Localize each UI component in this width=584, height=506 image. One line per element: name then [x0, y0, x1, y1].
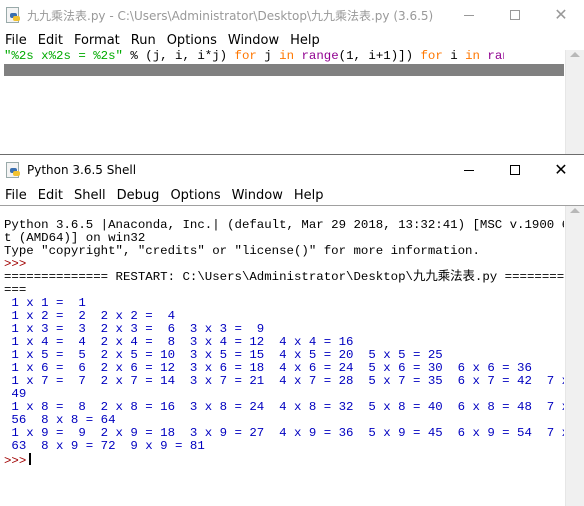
- minimize-button[interactable]: [446, 155, 492, 185]
- python-shell-icon: [5, 162, 21, 178]
- close-icon: ✕: [554, 160, 568, 179]
- menu-shell[interactable]: Shell: [74, 188, 106, 203]
- minimize-icon: [464, 14, 474, 16]
- code-keyword: in: [279, 50, 295, 63]
- close-icon: ✕: [554, 5, 568, 24]
- shell-menubar: File Edit Shell Debug Options Window Hel…: [0, 185, 584, 205]
- code-text: i: [442, 50, 466, 63]
- code-builtin: range: [301, 50, 339, 63]
- shell-title: Python 3.6.5 Shell: [27, 163, 137, 177]
- menu-file[interactable]: File: [5, 33, 27, 48]
- menu-window[interactable]: Window: [228, 33, 279, 48]
- menu-debug[interactable]: Debug: [117, 188, 160, 203]
- code-text: j: [256, 50, 280, 63]
- shell-console[interactable]: Python 3.6.5 |Anaconda, Inc.| (default, …: [0, 205, 584, 506]
- menu-edit[interactable]: Edit: [38, 33, 63, 48]
- minimize-button[interactable]: [446, 0, 492, 30]
- shell-titlebar[interactable]: Python 3.6.5 Shell ✕: [0, 155, 584, 185]
- text-cursor: [29, 453, 32, 465]
- editor-title: 九九乘法表.py - C:\Users\Administrator\Deskto…: [27, 8, 434, 23]
- editor-titlebar[interactable]: 九九乘法表.py - C:\Users\Administrator\Deskto…: [0, 0, 584, 30]
- restart-line: ============== RESTART: C:\Users\Adminis…: [4, 270, 564, 284]
- maximize-icon: [510, 10, 520, 20]
- menu-options[interactable]: Options: [167, 33, 217, 48]
- final-prompt: >>>: [4, 454, 27, 468]
- python-file-icon: [5, 7, 21, 23]
- close-button[interactable]: ✕: [538, 155, 584, 185]
- code-text: (1, i+1)]): [338, 50, 421, 63]
- shell-window: Python 3.6.5 Shell ✕ File Edit Shell Deb…: [0, 154, 584, 506]
- code-keyword: for: [420, 50, 443, 63]
- shell-scrollbar[interactable]: [565, 206, 584, 506]
- restart-line: ===: [4, 283, 27, 297]
- close-button[interactable]: ✕: [538, 0, 584, 30]
- maximize-icon: [510, 165, 520, 175]
- code-keyword: in: [465, 50, 480, 63]
- menu-run[interactable]: Run: [131, 33, 156, 48]
- menu-help[interactable]: Help: [290, 33, 320, 48]
- shell-output[interactable]: Python 3.6.5 |Anaconda, Inc.| (default, …: [4, 206, 564, 494]
- maximize-button[interactable]: [492, 0, 538, 30]
- menu-window[interactable]: Window: [232, 188, 283, 203]
- input-line[interactable]: >>>: [4, 453, 564, 468]
- code-keyword: for: [234, 50, 257, 63]
- menu-edit[interactable]: Edit: [38, 188, 63, 203]
- menu-options[interactable]: Options: [170, 188, 220, 203]
- code-string: "%2s x%2s = %2s": [4, 50, 123, 63]
- output-line: 1 x 7 = 7 2 x 7 = 14 3 x 7 = 21 4 x 7 = …: [4, 374, 564, 388]
- output-line: 63 8 x 9 = 72 9 x 9 = 81: [4, 439, 205, 453]
- menu-file[interactable]: File: [5, 188, 27, 203]
- scroll-up-icon[interactable]: [570, 208, 580, 213]
- maximize-button[interactable]: [492, 155, 538, 185]
- menu-format[interactable]: Format: [74, 33, 120, 48]
- minimize-icon: [464, 169, 474, 171]
- banner-line: Type "copyright", "credits" or "license(…: [4, 244, 480, 258]
- code-text: % (j, i, i*j): [122, 50, 235, 63]
- scroll-up-icon[interactable]: [570, 52, 580, 57]
- menu-help[interactable]: Help: [294, 188, 324, 203]
- editor-menubar: File Edit Format Run Options Window Help: [0, 30, 584, 50]
- code-builtin: range: [487, 50, 504, 63]
